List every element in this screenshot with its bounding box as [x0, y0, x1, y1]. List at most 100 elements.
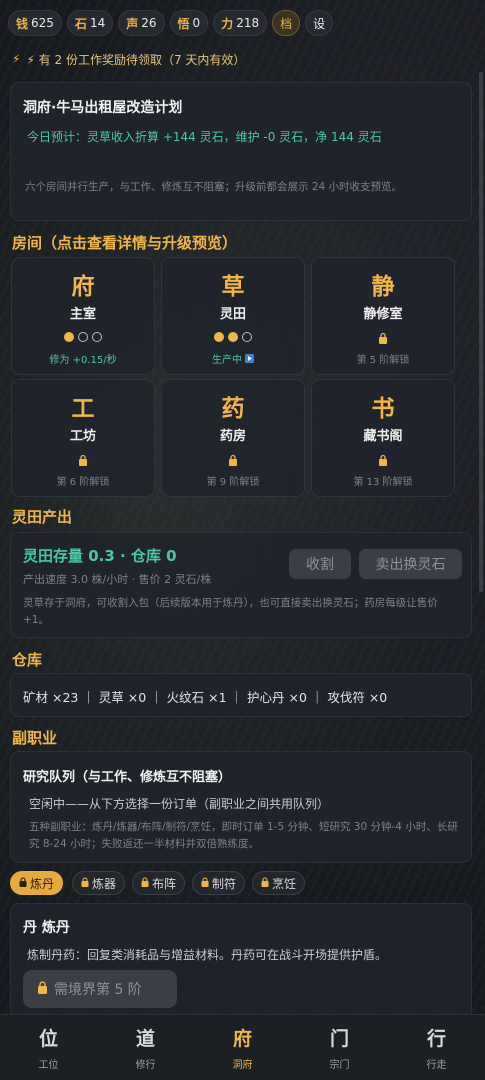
room-name: 藏书阁	[363, 429, 403, 444]
tab-forging[interactable]: 炼器	[72, 871, 126, 895]
room-name: 静修室	[363, 307, 403, 322]
field-stock: 灵田存量 0.3 · 仓库 0	[23, 547, 177, 565]
save-button[interactable]: 档	[272, 10, 301, 36]
room-field[interactable]: 草 灵田 生产中	[161, 257, 305, 375]
lightning-icon: ⚡	[12, 52, 21, 66]
nav-workstation[interactable]: 位 工位	[0, 1015, 97, 1080]
lock-icon	[141, 876, 149, 890]
resource-key: 石	[74, 16, 87, 31]
resource-key: 力	[221, 16, 234, 31]
queue-title: 研究队列（与工作、修炼互不阻塞）	[23, 770, 232, 785]
room-status: 第 9 阶解锁	[206, 477, 260, 488]
tab-formation[interactable]: 布阵	[132, 871, 186, 895]
room-glyph: 静	[371, 274, 395, 300]
resource-value: 0	[192, 16, 201, 30]
tab-label: 制符	[212, 876, 237, 891]
level-dot	[228, 332, 238, 342]
resource-power[interactable]: 力 218	[213, 10, 268, 36]
room-glyph: 书	[371, 396, 395, 422]
room-quiet[interactable]: 静 静修室 第 5 阶解锁	[311, 257, 455, 375]
settings-button[interactable]: 设	[305, 10, 334, 36]
resource-key: 声	[126, 16, 139, 31]
room-glyph: 府	[71, 274, 95, 300]
queue-status: 空闲中——从下方选择一份订单（副职业之间共用队列）	[29, 797, 330, 811]
nav-cultivation[interactable]: 道 修行	[97, 1015, 194, 1080]
nav-glyph: 门	[329, 1028, 349, 1050]
room-name: 药房	[219, 429, 246, 444]
room-status-row: 生产中	[212, 351, 254, 366]
room-glyph: 工	[71, 396, 95, 422]
research-queue-card: 研究队列（与工作、修炼互不阻塞） 空闲中——从下方选择一份订单（副职业之间共用队…	[10, 751, 472, 863]
resource-fame[interactable]: 声 26	[118, 10, 165, 36]
nav-glyph: 府	[232, 1028, 252, 1050]
nav-label: 修行	[135, 1060, 156, 1071]
alchemy-locked-button[interactable]: 需境界第 5 阶	[23, 970, 177, 1008]
reward-notice[interactable]: ⚡ ⚡ 有 2 份工作奖励待领取（7 天内有效）	[0, 46, 485, 72]
nav-sect[interactable]: 门 宗门	[291, 1015, 388, 1080]
alchemy-lock-label: 需境界第 5 阶	[54, 982, 142, 998]
lock-icon	[81, 876, 89, 890]
room-glyph: 药	[221, 396, 245, 422]
room-main[interactable]: 府 主室 修为 +0.15/秒	[11, 257, 155, 375]
rooms-header: 房间（点击查看详情与升级预览）	[12, 234, 238, 252]
queue-note: 五种副职业：炼丹/炼器/布阵/制符/烹饪，即时订单 1-5 分钟、短研究 30 …	[29, 821, 458, 850]
scrollbar[interactable]	[479, 72, 483, 592]
warehouse-header: 仓库	[12, 651, 43, 669]
room-library[interactable]: 书 藏书阁 第 13 阶解锁	[311, 379, 455, 497]
nav-label: 工位	[38, 1060, 59, 1071]
resource-bar: 钱 625 石 14 声 26 悟0 力 218 档 设	[0, 0, 485, 46]
reward-notice-text: ⚡ 有 2 份工作奖励待领取（7 天内有效）	[26, 52, 246, 67]
resource-money[interactable]: 钱 625	[8, 10, 62, 36]
tab-talisman[interactable]: 制符	[192, 871, 246, 895]
plan-note: 六个房间并行生产，与工作、修炼互不阻塞；升级前都会展示 24 小时收支预览。	[25, 181, 403, 193]
lock-icon	[228, 453, 238, 466]
lock-icon	[378, 453, 388, 466]
room-status: 第 6 阶解锁	[56, 477, 110, 488]
tab-label: 烹饪	[272, 876, 297, 891]
alchemy-title: 丹 炼丹	[23, 920, 70, 936]
resource-insight[interactable]: 悟0	[169, 10, 209, 36]
level-dot	[64, 332, 74, 342]
plan-forecast: 今日预计：灵草收入折算 +144 灵石，维护 -0 灵石，净 144 灵石	[27, 130, 382, 144]
resource-value: 26	[141, 16, 157, 30]
tab-alchemy[interactable]: 炼丹	[10, 871, 64, 895]
field-card: 灵田存量 0.3 · 仓库 0 产出速度 3.0 株/小时 · 售价 2 灵石/…	[10, 532, 472, 638]
room-pharmacy[interactable]: 药 药房 第 9 阶解锁	[161, 379, 305, 497]
sidejob-header: 副职业	[12, 729, 58, 747]
field-header: 灵田产出	[12, 508, 73, 526]
nav-glyph: 位	[38, 1028, 58, 1050]
resource-value: 14	[89, 16, 106, 30]
resource-key: 悟	[177, 16, 190, 31]
room-name: 工坊	[69, 429, 96, 444]
nav-label: 行走	[426, 1060, 447, 1071]
harvest-button[interactable]: 收割	[289, 549, 351, 579]
plan-card: 洞府·牛马出租屋改造计划 今日预计：灵草收入折算 +144 灵石，维护 -0 灵…	[10, 82, 472, 221]
room-level-dots	[64, 332, 102, 344]
play-icon	[245, 354, 254, 363]
nav-label: 宗门	[329, 1060, 350, 1071]
tab-label: 布阵	[152, 876, 177, 891]
resource-value: 625	[31, 16, 54, 30]
nav-cave-dwelling[interactable]: 府 洞府	[194, 1015, 291, 1080]
tab-label: 炼丹	[30, 876, 55, 891]
room-glyph: 草	[221, 274, 245, 300]
field-rate: 产出速度 3.0 株/小时 · 售价 2 灵石/株	[23, 573, 212, 586]
level-dot	[92, 332, 102, 342]
room-name: 主室	[69, 307, 96, 322]
lock-icon	[78, 453, 88, 466]
room-workshop[interactable]: 工 工坊 第 6 阶解锁	[11, 379, 155, 497]
sell-button[interactable]: 卖出换灵石	[359, 549, 462, 579]
lock-icon	[37, 980, 48, 998]
resource-value: 218	[236, 16, 260, 30]
room-status: 修为 +0.15/秒	[49, 355, 117, 366]
tab-cooking[interactable]: 烹饪	[252, 871, 306, 895]
lock-icon	[201, 876, 209, 890]
plan-title: 洞府·牛马出租屋改造计划	[23, 100, 183, 116]
nav-travel[interactable]: 行 行走	[388, 1015, 485, 1080]
lock-icon	[19, 876, 27, 890]
nav-label: 洞府	[232, 1060, 253, 1071]
tab-label: 炼器	[92, 876, 117, 891]
resource-stone[interactable]: 石 14	[66, 10, 114, 36]
alchemy-desc: 炼制丹药：回复类消耗品与增益材料。丹药可在战斗开场提供护盾。	[27, 948, 388, 962]
nav-glyph: 道	[135, 1028, 155, 1050]
